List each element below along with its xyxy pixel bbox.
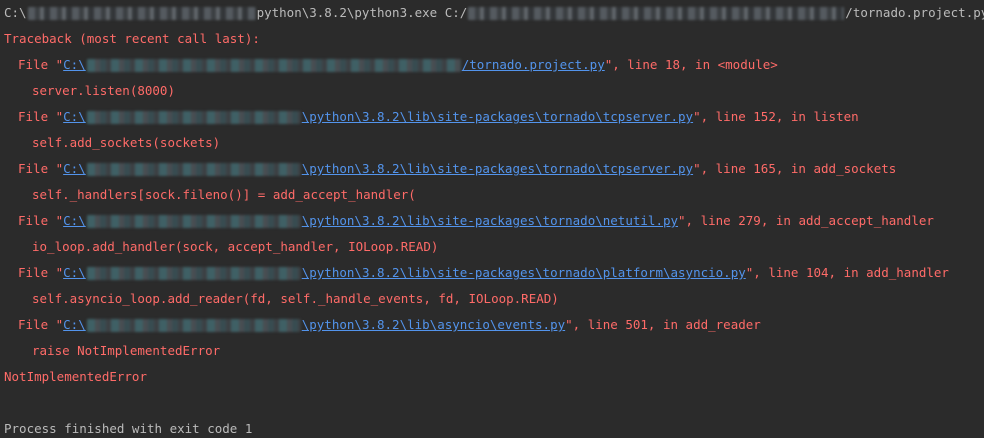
redacted-path bbox=[86, 267, 301, 280]
redacted-path bbox=[468, 7, 845, 20]
traceback-header: Traceback (most recent call last): bbox=[4, 31, 260, 46]
traceback-frame-code: self.asyncio_loop.add_reader(fd, self._h… bbox=[32, 291, 559, 306]
run-console-output: C:\ python\3.8.2\python3.exe C:/ /tornado.… bbox=[0, 0, 984, 437]
file-link-tcpserver[interactable]: C:\ \python\3.8.2\lib\site-packages\torna… bbox=[63, 161, 693, 176]
traceback-frame-file: File "C:\ \python\3.8.2\lib\site-packages… bbox=[18, 213, 934, 228]
traceback-frame-file: File "C:\ \python\3.8.2\lib\site-packages… bbox=[18, 109, 859, 124]
traceback-frame-code: raise NotImplementedError bbox=[32, 343, 221, 358]
exception-name: NotImplementedError bbox=[4, 369, 147, 384]
traceback-frame-file: File "C:\/tornado.project.py", line 18, … bbox=[18, 57, 778, 72]
traceback-frame-file: File "C:\ \python\3.8.2\lib\site-packages… bbox=[18, 265, 949, 280]
file-link-tornado-project[interactable]: C:\/tornado.project.py bbox=[63, 57, 605, 72]
redacted-path bbox=[27, 7, 256, 20]
process-finished-message: Process finished with exit code 1 bbox=[4, 421, 253, 436]
traceback-frame-code: io_loop.add_handler(sock, accept_handler… bbox=[32, 239, 439, 254]
command-script: /tornado.project.py bbox=[845, 5, 984, 20]
traceback-frame-code: self._handlers[sock.fileno()] = add_acce… bbox=[32, 187, 416, 202]
redacted-path bbox=[86, 111, 301, 124]
redacted-path bbox=[86, 163, 301, 176]
traceback-frame-file: File "C:\ \python\3.8.2\lib\asyncio\event… bbox=[18, 317, 761, 332]
traceback-frame-file: File "C:\ \python\3.8.2\lib\site-packages… bbox=[18, 161, 897, 176]
file-link-asyncio-platform[interactable]: C:\ \python\3.8.2\lib\site-packages\torna… bbox=[63, 265, 746, 280]
file-link-tcpserver[interactable]: C:\ \python\3.8.2\lib\site-packages\torna… bbox=[63, 109, 693, 124]
redacted-path bbox=[86, 59, 461, 72]
file-link-netutil[interactable]: C:\ \python\3.8.2\lib\site-packages\torna… bbox=[63, 213, 678, 228]
traceback-frame-code: self.add_sockets(sockets) bbox=[32, 135, 221, 150]
traceback-frame-code: server.listen(8000) bbox=[32, 83, 175, 98]
file-link-asyncio-events[interactable]: C:\ \python\3.8.2\lib\asyncio\events.py bbox=[63, 317, 565, 332]
redacted-path bbox=[86, 215, 301, 228]
command-line: C:\ python\3.8.2\python3.exe C:/ /tornado.… bbox=[4, 4, 984, 22]
redacted-path bbox=[86, 319, 301, 332]
command-prefix: C:\ bbox=[4, 5, 27, 20]
command-exe: python\3.8.2\python3.exe C:/ bbox=[256, 5, 468, 20]
